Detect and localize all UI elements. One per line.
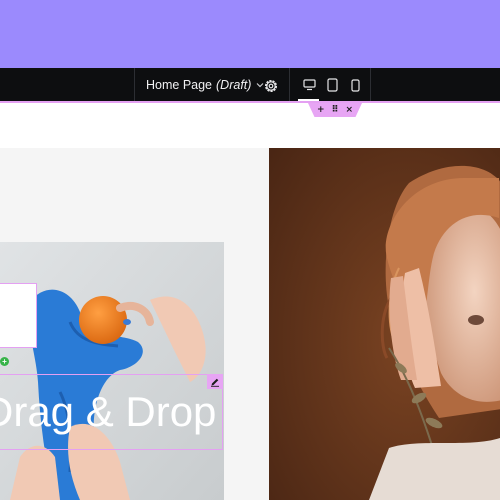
portrait-image[interactable] bbox=[269, 148, 500, 500]
sock-orange-image[interactable] bbox=[0, 242, 224, 500]
add-section-button[interactable]: + bbox=[317, 105, 325, 115]
tablet-icon[interactable] bbox=[320, 68, 344, 102]
page-name: Home Page bbox=[146, 78, 213, 92]
page-status: (Draft) bbox=[216, 78, 252, 92]
desktop-icon[interactable] bbox=[297, 68, 321, 102]
top-banner bbox=[0, 0, 500, 68]
add-element-button[interactable]: + bbox=[0, 357, 9, 366]
heading-text[interactable]: Drag & Drop bbox=[0, 386, 243, 438]
pencil-icon[interactable] bbox=[207, 374, 223, 389]
drag-handle-icon[interactable]: ⠿ bbox=[331, 105, 338, 115]
close-section-button[interactable]: × bbox=[346, 105, 354, 115]
section-outline bbox=[0, 101, 500, 103]
section-handle[interactable]: + ⠿ × bbox=[308, 103, 362, 117]
editor-topbar: Home Page (Draft) bbox=[0, 68, 500, 102]
gear-icon[interactable] bbox=[262, 77, 280, 95]
empty-widget-placeholder[interactable] bbox=[0, 283, 37, 348]
canvas-top-margin bbox=[0, 103, 500, 148]
mobile-icon[interactable] bbox=[343, 68, 367, 102]
